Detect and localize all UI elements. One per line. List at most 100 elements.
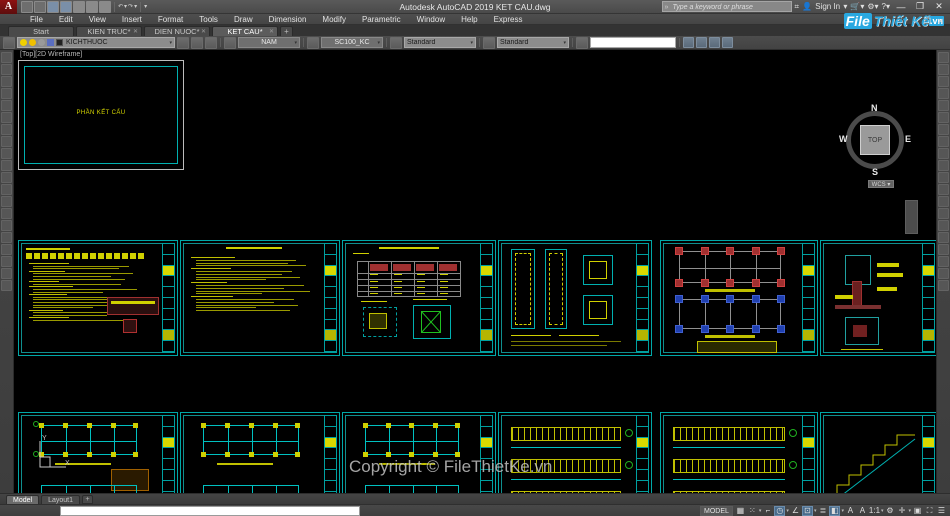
rectangle-icon[interactable]	[1, 100, 12, 111]
object-snap-tracking-icon[interactable]: ∠	[790, 506, 801, 516]
sheet-material-specs[interactable]	[180, 240, 340, 356]
circle-icon[interactable]	[1, 76, 12, 87]
offset-icon[interactable]	[938, 88, 949, 99]
sheet-general-notes[interactable]	[18, 240, 178, 356]
sheet-rebar-table[interactable]	[342, 240, 496, 356]
lineweight-icon[interactable]: ≣	[817, 506, 828, 516]
chevron-down-icon-status-3[interactable]: ▾	[786, 508, 789, 514]
viewport-label[interactable]: [Top][2D Wireframe]	[20, 51, 82, 58]
radius-dim-icon[interactable]	[938, 268, 949, 279]
chevron-down-icon-3[interactable]: ▾	[377, 40, 380, 46]
object-snap-icon[interactable]: ⊡	[801, 505, 813, 516]
extend-icon[interactable]	[938, 172, 949, 183]
dim-style-combo[interactable]: SC100_KC ▾	[321, 37, 383, 48]
drawing-tab-ket-cau[interactable]: KET CAU* ✕	[212, 26, 278, 36]
ortho-mode-icon[interactable]: ⌐	[762, 506, 773, 516]
menu-item-format[interactable]: Format	[150, 14, 191, 25]
menu-item-view[interactable]: View	[81, 14, 114, 25]
copy-icon[interactable]	[938, 64, 949, 75]
drawing-tab-dien-nuoc[interactable]: DIEN NUOC* ✕	[144, 26, 210, 36]
menu-item-draw[interactable]: Draw	[226, 14, 261, 25]
close-button[interactable]: ✕	[931, 1, 947, 12]
chevron-down-icon-5[interactable]: ▾	[563, 40, 566, 46]
join-icon[interactable]	[938, 196, 949, 207]
layer-previous-icon[interactable]	[177, 36, 189, 49]
stretch-icon[interactable]	[938, 148, 949, 159]
sheet-beam-detail-2[interactable]	[660, 412, 818, 493]
model-space-button[interactable]: MODEL	[700, 505, 733, 516]
chevron-down-icon[interactable]: ▾	[169, 40, 172, 46]
undo-icon[interactable]: ↶	[118, 3, 123, 10]
maximize-button[interactable]: ❐	[912, 1, 928, 12]
add-layout-button[interactable]: +	[82, 494, 93, 504]
table-style-icon[interactable]	[390, 36, 402, 49]
line-icon[interactable]	[1, 52, 12, 63]
chevron-down-icon-status-12[interactable]: ▾	[908, 508, 911, 514]
layout-tab-model[interactable]: Model	[6, 494, 40, 504]
chevron-down-icon-status-10[interactable]: ▾	[881, 508, 884, 514]
customization-icon[interactable]: ☰	[936, 506, 947, 516]
workspace-switching-icon[interactable]: ⚙	[884, 506, 895, 516]
explode-icon[interactable]	[938, 232, 949, 243]
layer-control-combo[interactable]: KICHTHUOC ▾	[17, 37, 175, 48]
block-name-field[interactable]	[590, 37, 676, 48]
saveas-icon[interactable]	[60, 0, 72, 13]
menu-item-help[interactable]: Help	[453, 14, 485, 25]
sheet-footing-detail[interactable]	[820, 240, 936, 356]
drawing-canvas[interactable]: [Top][2D Wireframe] PHẦN KẾT CẤU Y X TOP…	[14, 50, 936, 493]
break-icon[interactable]	[938, 184, 949, 195]
insert-block-icon[interactable]	[683, 37, 694, 48]
menu-item-dimension[interactable]: Dimension	[261, 14, 315, 25]
trim-icon[interactable]	[938, 160, 949, 171]
new-icon[interactable]	[21, 0, 33, 13]
chevron-down-icon-2[interactable]: ▾	[294, 40, 297, 46]
dim-style-icon[interactable]	[307, 36, 319, 49]
new-drawing-tab-button[interactable]: +	[280, 26, 293, 36]
mirror-icon[interactable]	[938, 76, 949, 87]
redo-icon[interactable]: ↷	[128, 3, 133, 10]
gradient-icon[interactable]	[1, 196, 12, 207]
layer-freeze-icon[interactable]	[29, 39, 36, 46]
layer-isolate-icon[interactable]	[205, 36, 217, 49]
annotation-scale-icon[interactable]: 1:1	[869, 506, 880, 516]
menu-item-file[interactable]: File	[22, 14, 51, 25]
infocenter-icon[interactable]: ⌗	[795, 2, 800, 12]
text-style-icon[interactable]	[224, 36, 236, 49]
menu-item-parametric[interactable]: Parametric	[354, 14, 409, 25]
sheet-foundation-plan[interactable]	[660, 240, 818, 356]
menu-item-modify[interactable]: Modify	[314, 14, 354, 25]
menu-item-window[interactable]: Window	[409, 14, 453, 25]
rotate-icon[interactable]	[938, 124, 949, 135]
aligned-dim-icon[interactable]	[938, 256, 949, 267]
menu-item-edit[interactable]: Edit	[51, 14, 81, 25]
application-menu-button[interactable]: A	[0, 0, 17, 14]
chevron-down-icon-status-5[interactable]: ▾	[814, 508, 817, 514]
ellipse-icon[interactable]	[1, 124, 12, 135]
search-input[interactable]: Type a keyword or phrase	[661, 1, 792, 13]
hatch-icon[interactable]	[1, 184, 12, 195]
block-icon[interactable]	[1, 244, 12, 255]
donut-icon[interactable]	[1, 160, 12, 171]
angular-dim-icon[interactable]	[938, 280, 949, 291]
close-icon[interactable]: ✕	[201, 28, 206, 35]
mleader-style-icon[interactable]	[483, 36, 495, 49]
fillet-icon[interactable]	[938, 220, 949, 231]
print-icon[interactable]	[99, 0, 111, 13]
chamfer-icon[interactable]	[938, 208, 949, 219]
scale-icon[interactable]	[938, 136, 949, 147]
drawing-tab-kien-truc[interactable]: KIEN TRUC* ✕	[76, 26, 142, 36]
view-cube-east[interactable]: E	[905, 134, 911, 144]
undo-dropdown-icon[interactable]: ▾	[124, 3, 127, 10]
plot-icon[interactable]	[86, 0, 98, 13]
close-icon[interactable]: ✕	[269, 28, 274, 35]
polar-tracking-icon[interactable]: ◷	[774, 505, 786, 516]
linear-dim-icon[interactable]	[938, 244, 949, 255]
plot-preview-icon[interactable]	[73, 0, 85, 13]
help-icon[interactable]: ?▾	[882, 2, 890, 11]
annotation-visibility-icon[interactable]: A	[857, 506, 868, 516]
view-cube-west[interactable]: W	[839, 134, 848, 144]
app-store-icon[interactable]: 🛒▾	[850, 2, 864, 11]
layer-properties-manager-icon[interactable]	[3, 36, 15, 49]
view-cube[interactable]: TOP N S E W	[839, 103, 911, 177]
revcloud-icon[interactable]	[1, 268, 12, 279]
